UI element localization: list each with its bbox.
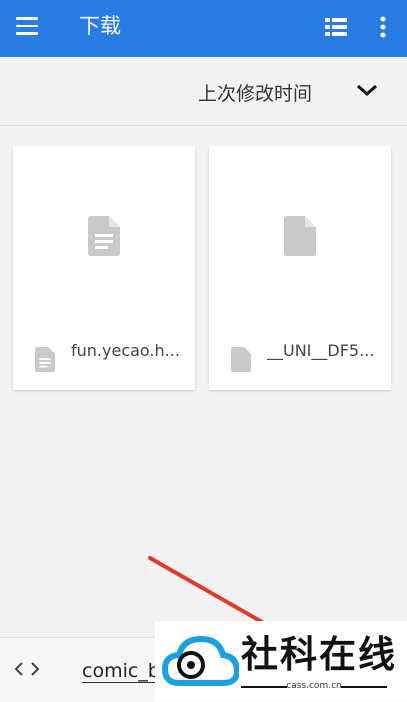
document-icon — [35, 347, 55, 372]
more-vert-icon[interactable] — [376, 15, 390, 39]
list-view-icon[interactable] — [325, 17, 347, 37]
document-icon — [88, 216, 120, 256]
file-card[interactable]: fun.yecao.h... — [13, 146, 195, 390]
file-name: __UNI__DF5... — [267, 341, 375, 360]
watermark-logo: 社科在线 cass.com.cn — [155, 621, 407, 701]
sort-label[interactable]: 上次修改时间 — [198, 79, 312, 106]
file-card[interactable]: __UNI__DF5... — [209, 146, 391, 390]
code-icon[interactable] — [14, 660, 40, 678]
cloud-logo-icon — [161, 635, 239, 686]
watermark-url: cass.com.cn — [241, 681, 387, 691]
file-icon — [284, 216, 316, 256]
file-icon — [231, 347, 251, 372]
file-name: fun.yecao.h... — [71, 341, 180, 360]
page-title: 下载 — [79, 14, 121, 38]
watermark-brand: 社科在线 — [241, 633, 397, 676]
menu-icon[interactable] — [16, 17, 38, 35]
sort-bar[interactable]: 上次修改时间 — [0, 57, 407, 126]
app-bar: 下载 — [0, 0, 407, 57]
chevron-down-icon[interactable] — [354, 81, 380, 99]
